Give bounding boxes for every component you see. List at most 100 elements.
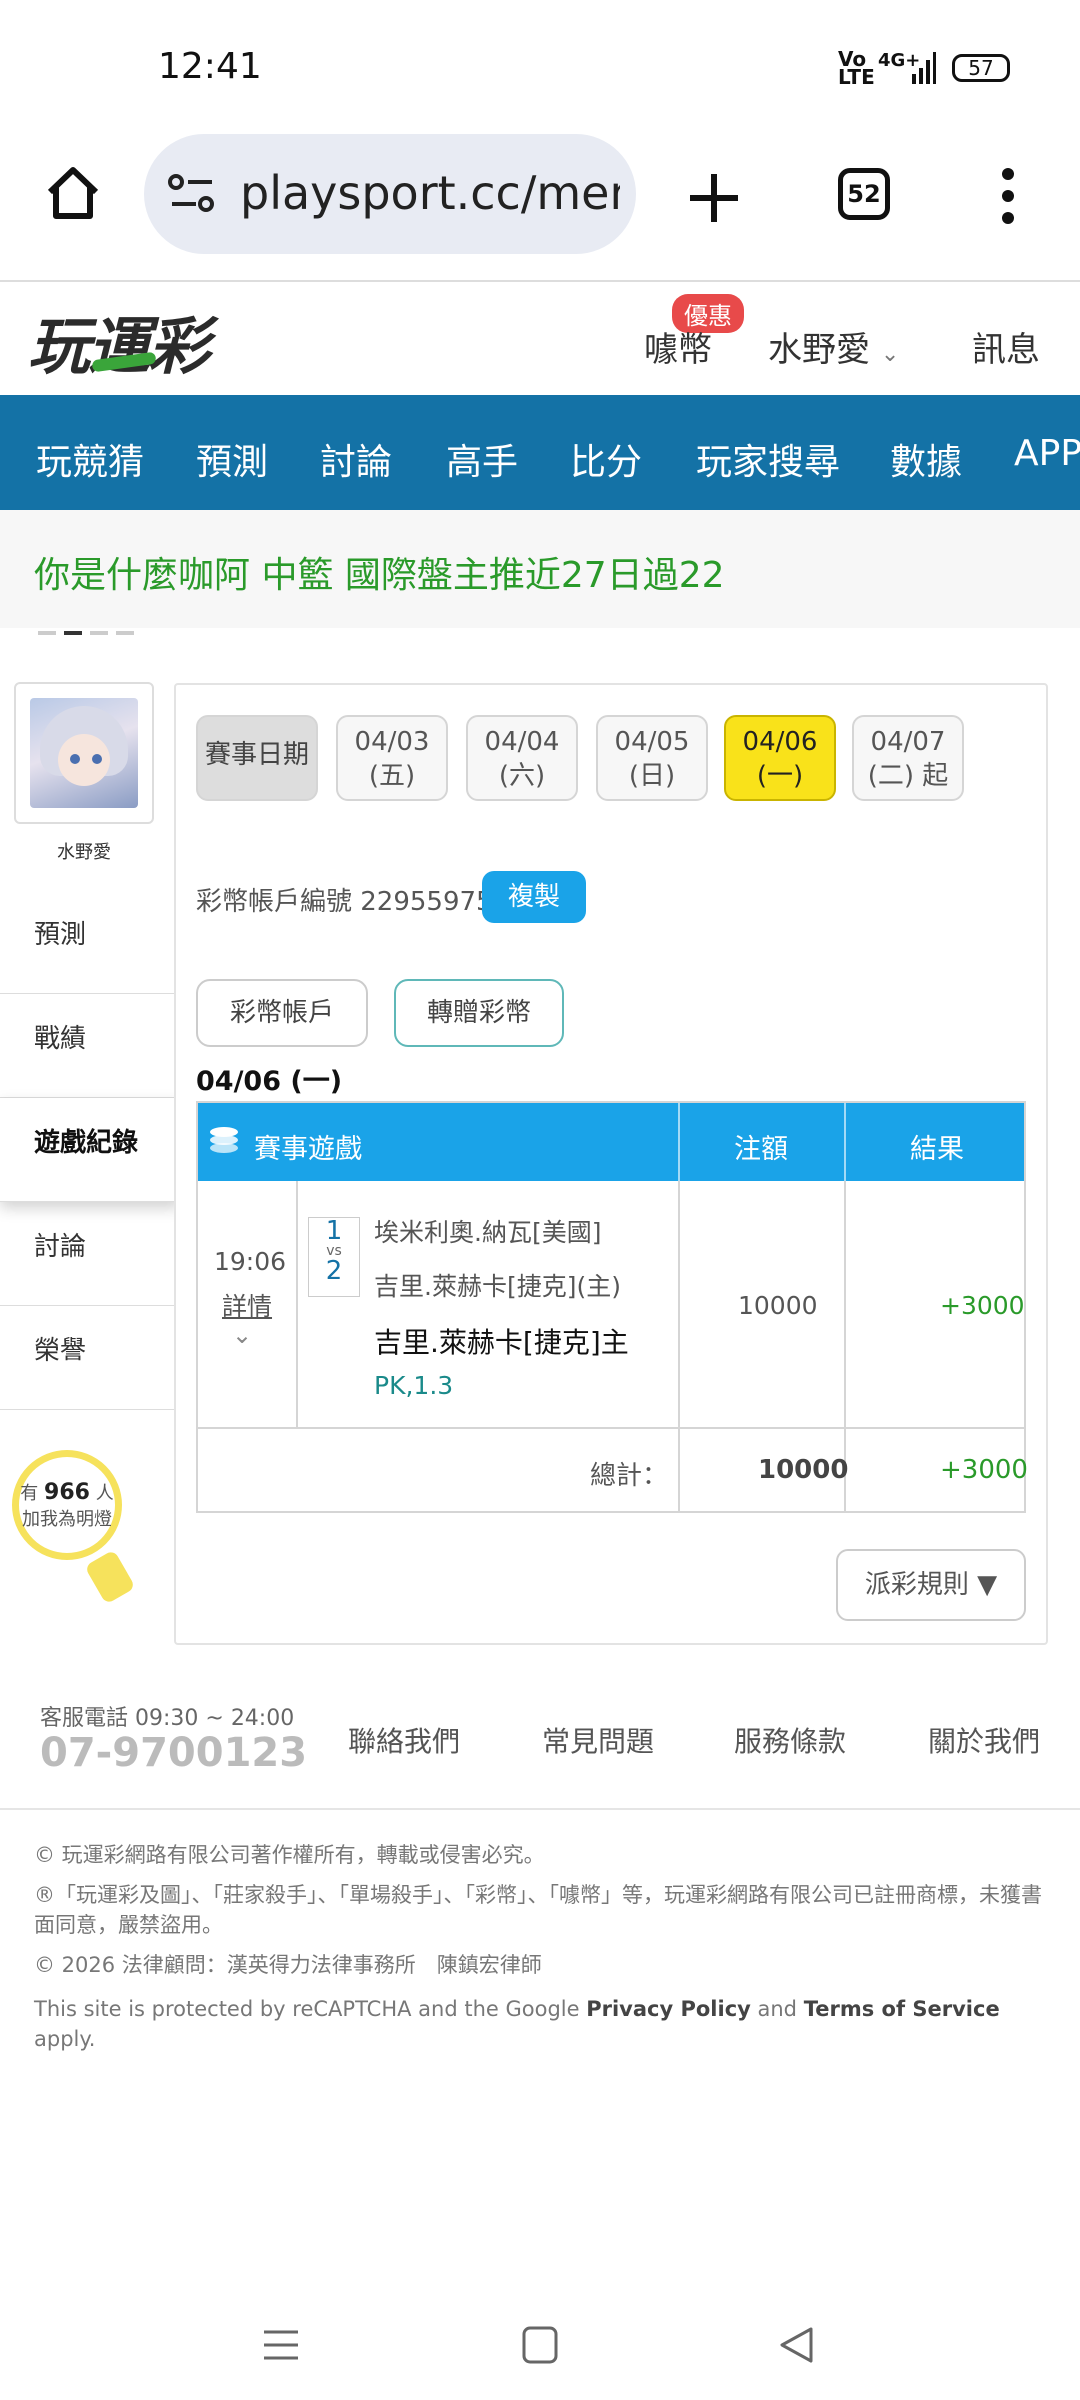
date-tab-0405[interactable]: 04/05 (日) bbox=[596, 715, 708, 801]
volte-indicator: Vo LTE bbox=[838, 47, 875, 89]
team2-number: 2 bbox=[325, 1256, 343, 1286]
nav-item-discuss[interactable]: 討論 bbox=[320, 433, 392, 485]
header-result: 結果 bbox=[910, 1134, 964, 1165]
support-hours: 客服電話 09:30 ~ 24:00 bbox=[40, 1706, 295, 1731]
site-header: 玩運彩 優惠 噱幣 水野愛 ⌄ 訊息 bbox=[0, 280, 1080, 395]
bulb-suffix: 人 bbox=[95, 1483, 114, 1504]
recaptcha-text: This site is protected by reCAPTCHA and … bbox=[34, 1994, 1046, 2054]
home-icon[interactable] bbox=[44, 164, 102, 222]
total-label: 總計： bbox=[590, 1461, 669, 1491]
date-tab-date: 04/03 bbox=[354, 727, 430, 757]
total-row: 總計： 10000 +3000 bbox=[198, 1429, 1028, 1511]
coins-link[interactable]: 噱幣 bbox=[644, 322, 712, 371]
team1-name: 埃米利奧.納瓦[美國] bbox=[374, 1218, 602, 1247]
nav-item-app[interactable]: APP bbox=[1014, 433, 1080, 474]
recents-icon[interactable] bbox=[262, 2326, 300, 2364]
odds-text: PK,1.3 bbox=[374, 1371, 454, 1400]
sidebar-item-record[interactable]: 戰績 bbox=[0, 994, 174, 1098]
sidebar-item-game-history[interactable]: 遊戲紀錄 bbox=[0, 1098, 180, 1202]
date-tab-day: (日) bbox=[628, 761, 676, 791]
header-game: 賽事遊戲 bbox=[254, 1134, 362, 1165]
lightbulb-follow-button[interactable]: 有 966 人 加我為明燈 bbox=[12, 1450, 136, 1605]
legal-notice: © 玩運彩網路有限公司著作權所有，轉載或侵害必究。 ®「玩運彩及圖」、「莊家殺手… bbox=[0, 1808, 1080, 2064]
sidebar-item-predict[interactable]: 預測 bbox=[0, 890, 174, 994]
recaptcha-and: and bbox=[750, 1997, 804, 2021]
footer-link-contact[interactable]: 聯絡我們 bbox=[348, 1720, 460, 1760]
signal-icon bbox=[912, 52, 936, 84]
date-tab-date: 04/05 bbox=[614, 727, 690, 757]
footer: 客服電話 09:30 ~ 24:00 07-9700123 聯絡我們 常見問題 … bbox=[0, 1690, 1080, 1810]
date-tab-0403[interactable]: 04/03 (五) bbox=[336, 715, 448, 801]
sidebar-item-discuss[interactable]: 討論 bbox=[0, 1202, 174, 1306]
url-text[interactable]: playsport.cc/men bbox=[240, 166, 620, 220]
announcement-text[interactable]: 你是什麼咖阿 中籃 國際盤主推近27日過22 bbox=[34, 546, 725, 598]
chevron-down-icon[interactable]: ⌄ bbox=[232, 1321, 252, 1349]
coin-account-button[interactable]: 彩幣帳戶 bbox=[196, 979, 368, 1047]
address-bar[interactable]: playsport.cc/men bbox=[144, 134, 636, 254]
date-tab-date: 04/06 bbox=[742, 727, 818, 757]
copyright-text: © 玩運彩網路有限公司著作權所有，轉載或侵害必究。 bbox=[34, 1843, 545, 1867]
total-amount: 10000 bbox=[758, 1455, 849, 1485]
nav-item-guess[interactable]: 玩競猜 bbox=[36, 433, 144, 485]
more-menu-icon[interactable] bbox=[998, 166, 1018, 226]
coin-account-number: 彩幣帳戶編號 22955975 bbox=[196, 887, 493, 917]
support-phone[interactable]: 07-9700123 bbox=[40, 1730, 307, 1776]
tab-switcher-button[interactable]: 52 bbox=[838, 168, 890, 220]
follower-count: 966 bbox=[44, 1480, 90, 1505]
coins-stack-icon bbox=[210, 1127, 238, 1153]
header-amount: 注額 bbox=[734, 1134, 788, 1165]
avatar-frame[interactable] bbox=[14, 682, 154, 824]
date-tab-0404[interactable]: 04/04 (六) bbox=[466, 715, 578, 801]
user-menu-label: 水野愛 bbox=[768, 330, 870, 370]
status-bar: 12:41 Vo LTE 4G+ 57 bbox=[0, 0, 1080, 130]
transfer-coins-button[interactable]: 轉贈彩幣 bbox=[394, 979, 564, 1047]
match-time: 19:06 bbox=[214, 1247, 287, 1276]
chevron-down-icon: ⌄ bbox=[880, 342, 900, 367]
user-menu[interactable]: 水野愛 ⌄ bbox=[768, 322, 899, 371]
date-tab-date: 04/07 bbox=[870, 727, 946, 757]
battery-icon: 57 bbox=[952, 54, 1010, 82]
date-tab-0407[interactable]: 04/07 (二) 起 bbox=[852, 715, 964, 801]
footer-link-about[interactable]: 關於我們 bbox=[928, 1720, 1040, 1760]
footer-link-terms[interactable]: 服務條款 bbox=[734, 1720, 846, 1760]
trademark-text: ®「玩運彩及圖」、「莊家殺手」、「單場殺手」、「彩幣」、「噱幣」等，玩運彩網路有… bbox=[34, 1883, 1042, 1937]
main-nav: 玩競猜 預測 討論 高手 比分 玩家搜尋 數據 APP bbox=[0, 395, 1080, 510]
match-date-label: 賽事日期 bbox=[196, 715, 318, 801]
nav-item-data[interactable]: 數據 bbox=[890, 433, 962, 485]
system-nav-bar bbox=[0, 2300, 1080, 2400]
table-row: 19:06 詳情 ⌄ 1 vs 2 埃米利奧.納瓦[美國] 吉里.萊赫卡[捷克]… bbox=[198, 1181, 1025, 1429]
privacy-policy-link[interactable]: Privacy Policy bbox=[586, 1997, 751, 2021]
team1-number: 1 bbox=[325, 1216, 343, 1246]
announcement-banner[interactable]: 你是什麼咖阿 中籃 國際盤主推近27日過22 bbox=[0, 510, 1080, 635]
game-history-table: 賽事遊戲 注額 結果 19:06 詳情 ⌄ 1 vs 2 埃米利奧.納瓦[美國]… bbox=[196, 1101, 1028, 1513]
lawyer-text: © 2026 法律顧問：漢英得力法律事務所 陳鎮宏律師 bbox=[34, 1953, 542, 1977]
back-icon[interactable] bbox=[778, 2326, 814, 2364]
team-number-box: 1 vs 2 bbox=[308, 1217, 360, 1297]
total-result: +3000 bbox=[940, 1455, 1028, 1485]
bet-amount: 10000 bbox=[738, 1291, 818, 1320]
home-nav-icon[interactable] bbox=[522, 2326, 558, 2364]
date-tab-0406[interactable]: 04/06 (一) bbox=[724, 715, 836, 801]
messages-link[interactable]: 訊息 bbox=[972, 322, 1040, 371]
nav-item-player-search[interactable]: 玩家搜尋 bbox=[696, 433, 840, 485]
avatar[interactable] bbox=[30, 698, 138, 808]
nav-item-scores[interactable]: 比分 bbox=[570, 433, 642, 485]
nav-item-predict[interactable]: 預測 bbox=[196, 433, 268, 485]
browser-toolbar: playsport.cc/men 52 bbox=[0, 130, 1080, 280]
payout-rules-dropdown[interactable]: 派彩規則 ▼ bbox=[836, 1549, 1026, 1621]
sidebar-item-honor[interactable]: 榮譽 bbox=[0, 1306, 174, 1410]
date-tab-day: (五) bbox=[368, 761, 416, 791]
carousel-dots bbox=[38, 620, 142, 639]
footer-link-faq[interactable]: 常見問題 bbox=[542, 1720, 654, 1760]
new-tab-icon[interactable] bbox=[686, 170, 742, 226]
sidebar-user-name[interactable]: 水野愛 bbox=[0, 838, 168, 864]
copy-button[interactable]: 複製 bbox=[482, 871, 586, 923]
bulb-prefix: 有 bbox=[20, 1483, 39, 1504]
nav-item-experts[interactable]: 高手 bbox=[446, 433, 518, 485]
site-logo[interactable]: 玩運彩 bbox=[28, 296, 210, 386]
site-settings-icon[interactable] bbox=[168, 172, 216, 216]
detail-link[interactable]: 詳情 bbox=[222, 1287, 272, 1323]
team2-name: 吉里.萊赫卡[捷克](主) bbox=[374, 1272, 621, 1301]
terms-of-service-link[interactable]: Terms of Service bbox=[804, 1997, 1000, 2021]
section-date-heading: 04/06 (一) bbox=[196, 1066, 343, 1097]
